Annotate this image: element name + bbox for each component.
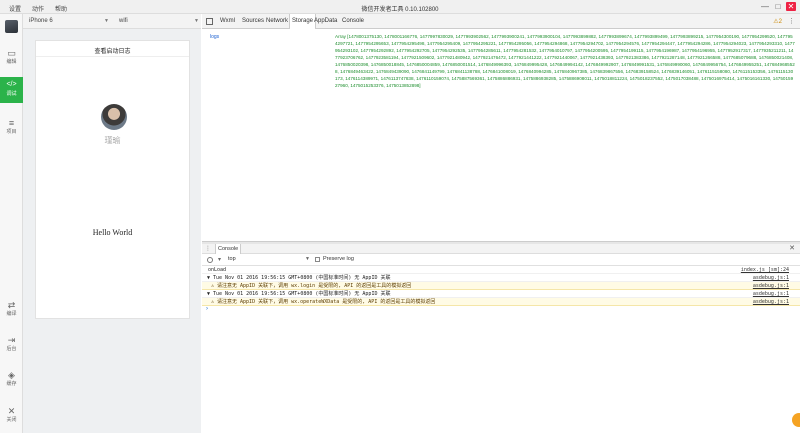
user-avatar[interactable] xyxy=(5,20,18,33)
warning-count-badge[interactable]: ⚠2 xyxy=(773,18,782,25)
tab-console-drawer[interactable]: Console xyxy=(215,244,242,254)
sidebar-item-label: 编辑 xyxy=(6,59,17,65)
console-group-row[interactable]: ▼ Tue Nov 01 2016 19:56:15 GMT+0800 (中国标… xyxy=(202,290,800,298)
divider xyxy=(36,56,189,57)
more-icon[interactable]: ⋮ xyxy=(788,17,795,25)
device-select[interactable]: iPhone 6 ▼ xyxy=(29,17,109,26)
maximize-button[interactable]: □ xyxy=(773,2,783,11)
avatar[interactable] xyxy=(101,104,127,130)
simulator-area: 查看启动日志 瑾瑜 Hello World xyxy=(23,29,201,433)
network-select[interactable]: wifi ▼ xyxy=(119,17,199,26)
device-select-value: iPhone 6 xyxy=(29,18,53,24)
hello-text: Hello World xyxy=(92,228,133,237)
filter-icon[interactable]: ▾ xyxy=(218,256,221,263)
sidebar-item-compile[interactable]: ⇄ 编译 xyxy=(0,297,23,323)
storage-value: Array [1478001375130, 1478001166776, 147… xyxy=(335,34,795,88)
tab-storage[interactable]: Storage xyxy=(289,14,317,29)
sidebar-item-label: 调试 xyxy=(6,91,17,97)
project-icon: ≡ xyxy=(8,118,15,128)
close-drawer-icon[interactable]: ✕ xyxy=(789,244,795,252)
cache-icon: ◈ xyxy=(8,370,15,380)
sidebar-item-background[interactable]: ⇥ 后台 xyxy=(0,332,23,358)
console-message: ▼ Tue Nov 01 2016 19:56:15 GMT+0800 (中国标… xyxy=(207,291,391,297)
source-link[interactable]: asdebug.js:1 xyxy=(753,282,789,290)
tab-appdata[interactable]: AppData xyxy=(314,14,337,29)
source-link[interactable]: asdebug.js:1 xyxy=(753,298,789,306)
source-link[interactable]: asdebug.js:1 xyxy=(753,290,789,298)
console-message: ⚠ 请注意无 AppID 关联下，调用 wx.operateWXData 是受限… xyxy=(211,299,436,305)
edit-icon: ▭ xyxy=(7,48,16,58)
context-select[interactable]: top xyxy=(228,256,236,262)
storage-key[interactable]: logs xyxy=(210,34,219,40)
sidebar-item-label: 缓存 xyxy=(6,381,17,387)
sidebar-item-project[interactable]: ≡ 项目 xyxy=(0,115,23,141)
console-message: onLoad xyxy=(208,267,227,273)
window-title: 微信开发者工具 0.10.102800 xyxy=(361,7,439,13)
devtools-panel: Wxml Sources Network Storage AppData Con… xyxy=(202,14,800,241)
chevron-down-icon: ▼ xyxy=(194,18,199,24)
sidebar-item-close[interactable]: ✕ 关闭 xyxy=(0,403,23,429)
console-message: ⚠ 请注意无 AppID 关联下，调用 wx.login 是受限的, API 的… xyxy=(211,283,412,289)
tab-console[interactable]: Console xyxy=(342,14,364,29)
sidebar-item-label: 编译 xyxy=(6,311,17,317)
background-icon: ⇥ xyxy=(7,335,16,345)
sidebar-item-label: 后台 xyxy=(6,346,17,352)
close-icon: ✕ xyxy=(7,406,16,416)
floating-button[interactable] xyxy=(792,413,800,427)
preserve-log-label: Preserve log xyxy=(323,256,354,262)
window-controls: — □ ✕ xyxy=(760,2,796,11)
source-link[interactable]: index.js [sm]:24 xyxy=(741,266,789,274)
sidebar-item-cache[interactable]: ◈ 缓存 xyxy=(0,367,23,393)
console-group-row[interactable]: ▼ Tue Nov 01 2016 19:56:15 GMT+0800 (中国标… xyxy=(202,274,800,282)
tab-wxml[interactable]: Wxml xyxy=(220,14,235,29)
drawer-menu-icon[interactable]: ⋮ xyxy=(205,245,211,252)
inspect-icon[interactable] xyxy=(206,18,213,25)
chevron-down-icon: ▼ xyxy=(104,18,109,24)
tab-sources[interactable]: Sources xyxy=(242,14,264,29)
code-icon: </> xyxy=(6,81,17,88)
console-toolbar: ▾ top ▼ Preserve log xyxy=(202,254,800,266)
devtools-tabs: Wxml Sources Network Storage AppData Con… xyxy=(202,14,800,29)
console-message: ▼ Tue Nov 01 2016 19:56:15 GMT+0800 (中国标… xyxy=(207,275,391,281)
console-warning-row: ⚠ 请注意无 AppID 关联下，调用 wx.login 是受限的, API 的… xyxy=(202,282,800,290)
sidebar-item-label: 关闭 xyxy=(6,417,17,423)
user-name: 瑾瑜 xyxy=(104,136,121,145)
simulator-toolbar: iPhone 6 ▼ wifi ▼ xyxy=(23,14,201,29)
console-prompt[interactable]: › xyxy=(206,306,208,312)
console-drawer: ⋮ Console ✕ ▾ top ▼ Preserve log onLoad … xyxy=(202,244,800,433)
chevron-down-icon[interactable]: ▼ xyxy=(305,256,310,262)
console-row: onLoad index.js [sm]:24 xyxy=(202,266,800,274)
source-link[interactable]: asdebug.js:1 xyxy=(753,274,789,282)
preserve-log-checkbox[interactable] xyxy=(315,257,320,262)
minimize-button[interactable]: — xyxy=(760,2,770,11)
sidebar-item-label: 项目 xyxy=(6,129,17,135)
phone-screen: 查看启动日志 瑾瑜 Hello World xyxy=(35,40,190,319)
compile-icon: ⇄ xyxy=(7,300,16,310)
tab-network[interactable]: Network xyxy=(266,14,288,29)
close-window-button[interactable]: ✕ xyxy=(786,2,796,11)
clear-console-icon[interactable] xyxy=(207,257,213,263)
left-sidebar: ▭ 编辑 </> 调试 ≡ 项目 ⇄ 编译 ⇥ 后台 ◈ 缓存 ✕ 关闭 xyxy=(0,14,23,433)
title-bar: 设置 动作 帮助 微信开发者工具 0.10.102800 — □ ✕ xyxy=(0,0,800,14)
console-tabs: ⋮ Console ✕ xyxy=(202,244,800,254)
page-title: 查看启动日志 xyxy=(94,49,131,55)
sidebar-item-debug[interactable]: </> 调试 xyxy=(0,77,23,103)
network-select-value: wifi xyxy=(119,18,128,24)
sidebar-item-edit[interactable]: ▭ 编辑 xyxy=(0,45,23,71)
console-warning-row: ⚠ 请注意无 AppID 关联下，调用 wx.operateWXData 是受限… xyxy=(202,298,800,306)
